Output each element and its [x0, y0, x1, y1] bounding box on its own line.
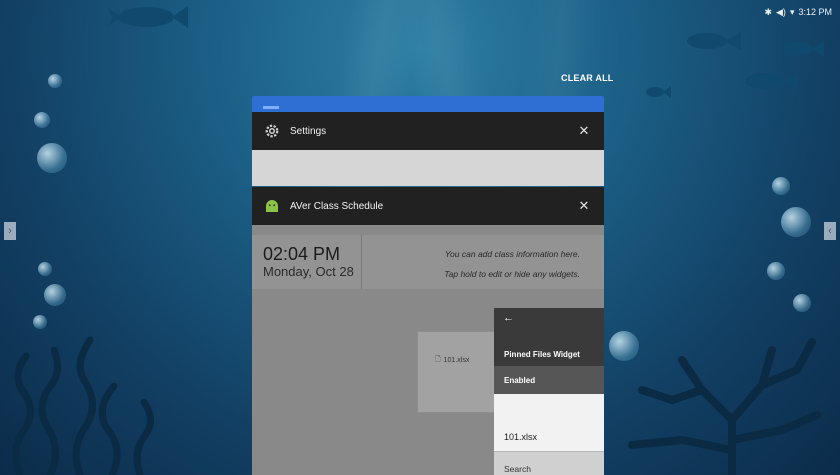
- fish-decoration: [745, 72, 798, 90]
- enabled-label: Enabled: [504, 376, 536, 385]
- chevron-left-icon[interactable]: ‹: [824, 222, 836, 240]
- fish-decoration: [108, 6, 188, 28]
- hint-text: Tap hold to edit or hide any widgets.: [444, 269, 580, 279]
- widget-panel-header: ← Pinned Files Widget: [494, 308, 604, 366]
- status-time: 3:12 PM: [798, 7, 832, 17]
- search-row: Search: [494, 451, 604, 475]
- card-title: AVer Class Schedule: [290, 200, 384, 212]
- close-icon[interactable]: ✕: [574, 198, 594, 214]
- card-title: Settings: [290, 125, 327, 137]
- hint-text: You can add class information here.: [444, 249, 580, 259]
- bubble-decoration: [44, 284, 66, 306]
- android-icon: [262, 196, 282, 216]
- bubble-decoration: [781, 207, 811, 237]
- clock-date: Monday, Oct 28: [263, 264, 354, 279]
- gear-icon: [262, 121, 282, 141]
- fish-decoration: [687, 32, 741, 50]
- coral-decoration: [628, 338, 821, 475]
- clear-all-button[interactable]: CLEAR ALL: [561, 73, 613, 83]
- file-icon: 🗋: [435, 356, 441, 363]
- clock-widget: 02:04 PM Monday, Oct 28: [252, 235, 362, 289]
- pinned-files-widget-panel: ← Pinned Files Widget Enabled 101.xlsx S…: [494, 308, 604, 475]
- pinned-file-tile: 🗋 101.xlsx: [417, 331, 497, 413]
- bubble-decoration: [767, 262, 785, 280]
- clock-widget-row: 02:04 PM Monday, Oct 28 You can add clas…: [252, 235, 604, 289]
- recent-card-settings[interactable]: Settings ✕: [252, 112, 604, 150]
- chevron-right-icon[interactable]: ›: [4, 222, 16, 240]
- volume-icon: ◀): [776, 6, 786, 17]
- close-icon[interactable]: ✕: [574, 123, 594, 139]
- bubble-decoration: [38, 262, 52, 276]
- status-bar: ✱ ◀) ▾ 3:12 PM: [764, 6, 832, 18]
- wifi-icon: ▾: [789, 6, 795, 17]
- fish-decoration: [646, 86, 671, 98]
- bubble-decoration: [48, 74, 62, 88]
- aver-card-preview[interactable]: 02:04 PM Monday, Oct 28 You can add clas…: [252, 225, 604, 475]
- widget-panel-title: Pinned Files Widget: [504, 350, 580, 359]
- pinned-file-list: 101.xlsx: [494, 394, 604, 451]
- bubble-decoration: [37, 143, 67, 173]
- settings-card-preview[interactable]: [252, 150, 604, 186]
- enabled-toggle-row: Enabled: [494, 366, 604, 394]
- bubble-decoration: [34, 112, 50, 128]
- bluetooth-icon: ✱: [764, 6, 773, 17]
- fish-decoration: [783, 41, 824, 57]
- bubble-decoration: [772, 177, 790, 195]
- recent-card-aver-class-schedule[interactable]: AVer Class Schedule ✕: [252, 187, 604, 225]
- file-name: 101.xlsx: [443, 357, 470, 364]
- list-item: 101.xlsx: [504, 432, 538, 442]
- seaweed-decoration: [12, 336, 154, 475]
- clock-time: 02:04 PM: [263, 244, 341, 264]
- bubble-decoration: [793, 294, 811, 312]
- card-stack-indicator: [263, 106, 279, 109]
- search-label: Search: [504, 464, 531, 474]
- arrow-left-icon: ←: [503, 312, 514, 324]
